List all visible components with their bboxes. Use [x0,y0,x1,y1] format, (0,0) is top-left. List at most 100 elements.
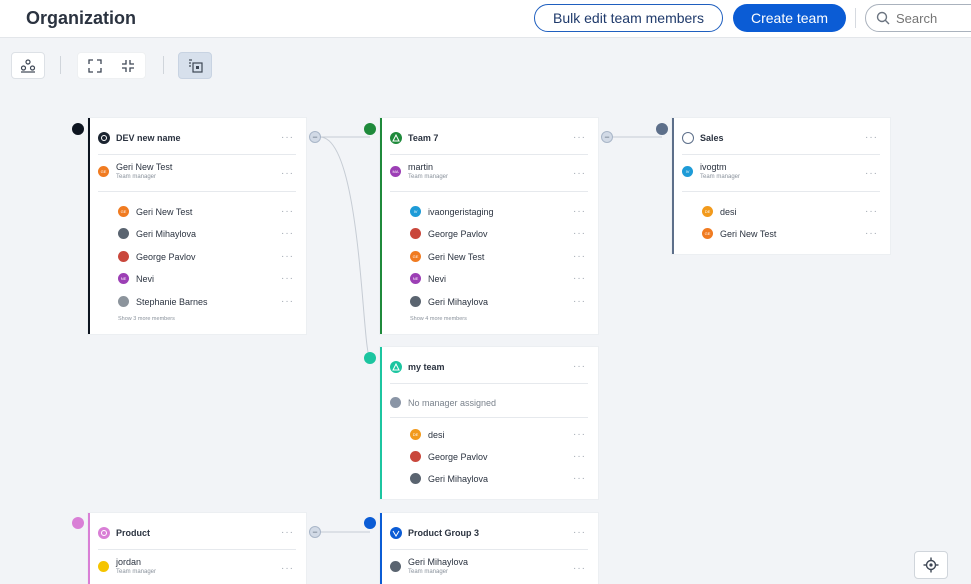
member-row[interactable]: IV ivaongeristaging [410,206,494,217]
more-options-icon[interactable]: ··· [281,168,294,179]
more-options-icon[interactable]: ··· [573,361,586,372]
avatar: GE [702,228,713,239]
member-row[interactable]: GE Geri New Test [702,228,776,239]
team-icon [390,132,402,144]
avatar: IV [410,206,421,217]
show-more-link[interactable]: Show 4 more members [410,316,467,322]
member-name: Geri Mihaylova [428,473,489,484]
member-row[interactable]: Geri Mihaylova [410,473,488,484]
team-card-team7[interactable]: Team 7 ··· MA martin Team manager ··· IV i… [380,118,598,334]
manager-role: Team manager [116,569,157,575]
more-options-icon[interactable]: ··· [281,563,294,574]
manager-role: Team manager [408,174,449,180]
more-options-icon[interactable]: ··· [281,296,294,307]
more-options-icon[interactable]: ··· [573,168,586,179]
team-manager[interactable]: Geri Mihaylova Team manager [390,557,468,575]
more-options-icon[interactable]: ··· [573,429,586,440]
team-manager[interactable]: jordan Team manager [98,557,156,575]
more-options-icon[interactable]: ··· [573,473,586,484]
team-node-dot [656,123,668,135]
more-options-icon[interactable]: ··· [573,451,586,462]
member-name: Geri New Test [720,228,777,239]
team-name: Product [116,528,151,538]
team-name: Team 7 [408,133,439,143]
team-node-dot [364,123,376,135]
avatar [410,296,421,307]
more-options-icon[interactable]: ··· [281,228,294,239]
team-icon [390,361,402,373]
more-options-icon[interactable]: ··· [281,132,294,143]
avatar: DE [410,429,421,440]
avatar [118,296,129,307]
member-name: Nevi [428,273,447,284]
collapse-toggle[interactable]: − [309,526,321,538]
member-row[interactable]: DE desi [410,429,445,440]
card-divider [390,383,588,384]
member-name: Geri New Test [136,206,193,217]
member-row[interactable]: George Pavlov [410,228,488,239]
more-options-icon[interactable]: ··· [573,206,586,217]
more-options-icon[interactable]: ··· [281,251,294,262]
more-options-icon[interactable]: ··· [573,563,586,574]
team-card-sales[interactable]: Sales ··· IV ivogtm Team manager ··· DE de… [672,118,890,254]
manager-role: Team manager [408,569,449,575]
card-divider [390,549,588,550]
manager-name: jordan [116,557,142,567]
member-row[interactable]: Geri Mihaylova [118,228,196,239]
member-row[interactable]: NE Nevi [118,273,154,284]
more-options-icon[interactable]: ··· [865,206,878,217]
member-row[interactable]: Geri Mihaylova [410,296,488,307]
member-name: Geri Mihaylova [136,228,197,239]
crosshair-icon [923,557,939,573]
avatar: NE [410,273,421,284]
team-card-product[interactable]: Product ··· jordan Team manager ··· [88,513,306,584]
avatar [390,561,401,572]
manager-name: martin [408,162,434,172]
member-row[interactable]: George Pavlov [410,451,488,462]
member-name: Geri New Test [428,251,485,262]
more-options-icon[interactable]: ··· [865,168,878,179]
member-row[interactable]: George Pavlov [118,251,196,262]
no-manager[interactable]: No manager assigned [390,397,496,408]
more-options-icon[interactable]: ··· [281,206,294,217]
team-node-dot [72,517,84,529]
more-options-icon[interactable]: ··· [573,228,586,239]
collapse-toggle[interactable]: − [601,131,613,143]
more-options-icon[interactable]: ··· [573,132,586,143]
card-divider [98,154,296,155]
member-row[interactable]: NE Nevi [410,273,446,284]
avatar: GE [410,251,421,262]
collapse-toggle[interactable]: − [309,131,321,143]
more-options-icon[interactable]: ··· [573,251,586,262]
no-manager-label: No manager assigned [408,397,497,408]
more-options-icon[interactable]: ··· [573,296,586,307]
member-name: Nevi [136,273,155,284]
team-manager[interactable]: IV ivogtm Team manager [682,162,740,180]
team-manager[interactable]: GE Geri New Test Team manager [98,162,172,180]
avatar [410,228,421,239]
team-card-product-group-3[interactable]: Product Group 3 ··· Geri Mihaylova Team m… [380,513,598,584]
team-card-dev[interactable]: DEV new name ··· GE Geri New Test Team ma… [88,118,306,334]
more-options-icon[interactable]: ··· [281,273,294,284]
member-row[interactable]: GE Geri New Test [410,251,484,262]
member-name: George Pavlov [428,228,488,239]
team-name: Product Group 3 [408,528,480,538]
show-more-link[interactable]: Show 3 more members [118,316,175,322]
member-row[interactable]: Stephanie Barnes [118,296,208,307]
locate-button[interactable] [914,551,948,579]
member-row[interactable]: GE Geri New Test [118,206,192,217]
team-card-my-team[interactable]: my team ··· No manager assigned DE desi ·… [380,347,598,499]
card-divider [98,549,296,550]
member-name: George Pavlov [136,251,196,262]
team-card-header: Sales [682,132,724,144]
more-options-icon[interactable]: ··· [281,527,294,538]
avatar: DE [702,206,713,217]
more-options-icon[interactable]: ··· [573,527,586,538]
card-divider [390,191,588,192]
more-options-icon[interactable]: ··· [865,228,878,239]
member-row[interactable]: DE desi [702,206,737,217]
team-manager[interactable]: MA martin Team manager [390,162,448,180]
avatar [410,451,421,462]
more-options-icon[interactable]: ··· [865,132,878,143]
more-options-icon[interactable]: ··· [573,273,586,284]
